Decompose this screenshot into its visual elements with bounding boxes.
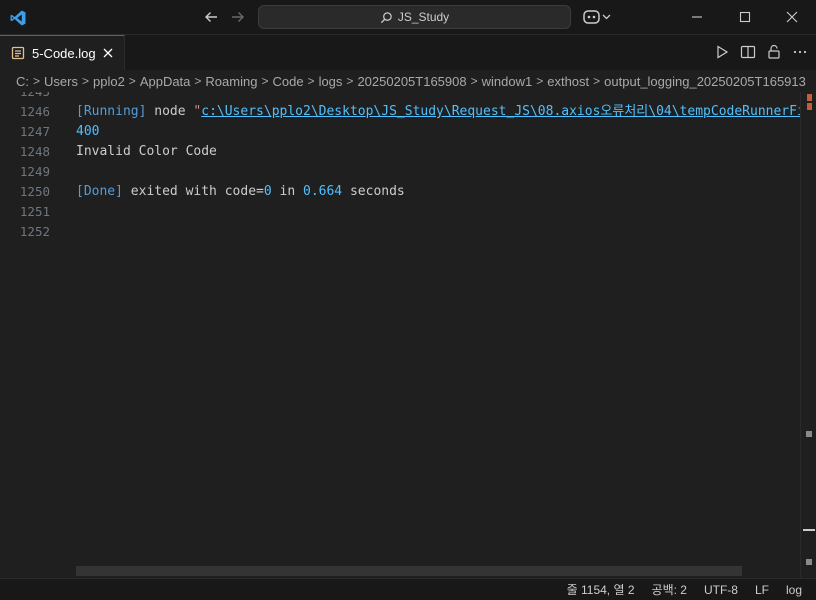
chevron-right-icon: >	[33, 74, 41, 88]
editor-tab[interactable]: 5-Code.log	[0, 35, 125, 70]
run-icon[interactable]	[714, 44, 730, 60]
code-line: Invalid Color Code	[76, 144, 217, 159]
minimize-icon[interactable]	[690, 10, 704, 24]
horizontal-scrollbar[interactable]	[76, 566, 742, 576]
chevron-right-icon: >	[261, 74, 269, 88]
forward-arrow-icon[interactable]	[229, 8, 247, 26]
chevron-right-icon: >	[128, 74, 136, 88]
breadcrumb-item[interactable]: Roaming	[205, 74, 257, 89]
more-actions-icon[interactable]	[792, 44, 808, 60]
back-arrow-icon[interactable]	[202, 8, 220, 26]
indentation[interactable]: 공백: 2	[652, 581, 687, 598]
overview-ruler-marker	[807, 103, 812, 110]
chevron-right-icon: >	[536, 74, 544, 88]
overview-ruler-marker	[806, 559, 812, 565]
copilot-icon[interactable]	[583, 8, 613, 26]
breadcrumb-item[interactable]: logs	[319, 74, 343, 89]
close-tab-icon[interactable]	[101, 46, 115, 60]
maximize-icon[interactable]	[738, 10, 752, 24]
breadcrumb: C: > Users > pplo2 > AppData > Roaming > Code…	[0, 70, 816, 92]
breadcrumb-item[interactable]: output_logging_20250205T165913	[604, 74, 806, 89]
close-window-icon[interactable]	[785, 10, 799, 24]
tab-label: 5-Code.log	[32, 45, 96, 61]
vertical-scrollbar[interactable]	[800, 92, 816, 578]
end-of-line[interactable]: LF	[755, 583, 769, 597]
chevron-right-icon: >	[346, 74, 354, 88]
tab-bar: 5-Code.log	[0, 35, 816, 70]
command-center-search[interactable]: JS_Study	[258, 5, 571, 29]
split-editor-icon[interactable]	[740, 44, 756, 60]
line-number: 1247	[19, 124, 50, 139]
in-text: in	[271, 184, 303, 199]
code-line: 400	[76, 124, 100, 139]
command-text: node	[146, 104, 194, 119]
cursor-position[interactable]: 줄 1154, 열 2	[567, 581, 635, 598]
line-number: 1246	[19, 104, 50, 119]
log-file-icon	[11, 46, 25, 60]
done-tag: [Done]	[76, 184, 123, 199]
chevron-right-icon: >	[194, 74, 202, 88]
search-icon	[380, 11, 392, 23]
chevron-right-icon: >	[307, 74, 315, 88]
breadcrumb-item[interactable]: Users	[44, 74, 78, 89]
chevron-right-icon: >	[470, 74, 478, 88]
editor[interactable]: 1245 1246 1247 1248 1249 1250 1251 1252 …	[0, 92, 816, 578]
running-tag: [Running]	[76, 104, 147, 119]
code-line: [Done] exited with code=0 in 0.664 secon…	[76, 182, 405, 202]
line-number: 1251	[19, 204, 50, 219]
exit-code: 0	[263, 184, 272, 199]
line-number: 1250	[19, 184, 50, 199]
status-bar: 줄 1154, 열 2 공백: 2 UTF-8 LF log	[0, 578, 816, 600]
file-path-link[interactable]: c:\Users\pplo2\Desktop\JS_Study\Request_…	[201, 104, 816, 119]
breadcrumb-item[interactable]: C:	[16, 74, 29, 89]
overview-ruler-cursor	[803, 529, 815, 531]
chevron-right-icon: >	[593, 74, 601, 88]
breadcrumb-item[interactable]: AppData	[140, 74, 191, 89]
breadcrumb-item[interactable]: exthost	[547, 74, 589, 89]
breadcrumb-item[interactable]: pplo2	[93, 74, 125, 89]
overview-ruler-marker	[806, 431, 812, 437]
seconds-text: seconds	[342, 184, 405, 199]
exit-text: exited with code=	[122, 184, 264, 199]
line-number: 1245	[0, 92, 50, 102]
title-bar: JS_Study	[0, 0, 816, 35]
breadcrumb-item[interactable]: Code	[272, 74, 303, 89]
breadcrumb-item[interactable]: 20250205T165908	[357, 74, 466, 89]
elapsed-seconds: 0.664	[303, 184, 343, 199]
line-number: 1252	[19, 224, 50, 239]
line-number: 1248	[19, 144, 50, 159]
breadcrumb-item[interactable]: window1	[482, 74, 533, 89]
command-center-label: JS_Study	[397, 10, 450, 24]
chevron-right-icon: >	[81, 74, 89, 88]
line-number: 1249	[19, 164, 50, 179]
overview-ruler-marker	[807, 94, 812, 101]
encoding[interactable]: UTF-8	[704, 583, 738, 597]
unlock-icon[interactable]	[766, 44, 782, 60]
vscode-logo-icon	[9, 9, 27, 27]
code-line: [Running] node "c:\Users\pplo2\Desktop\J…	[76, 102, 816, 122]
language-mode[interactable]: log	[786, 583, 802, 597]
